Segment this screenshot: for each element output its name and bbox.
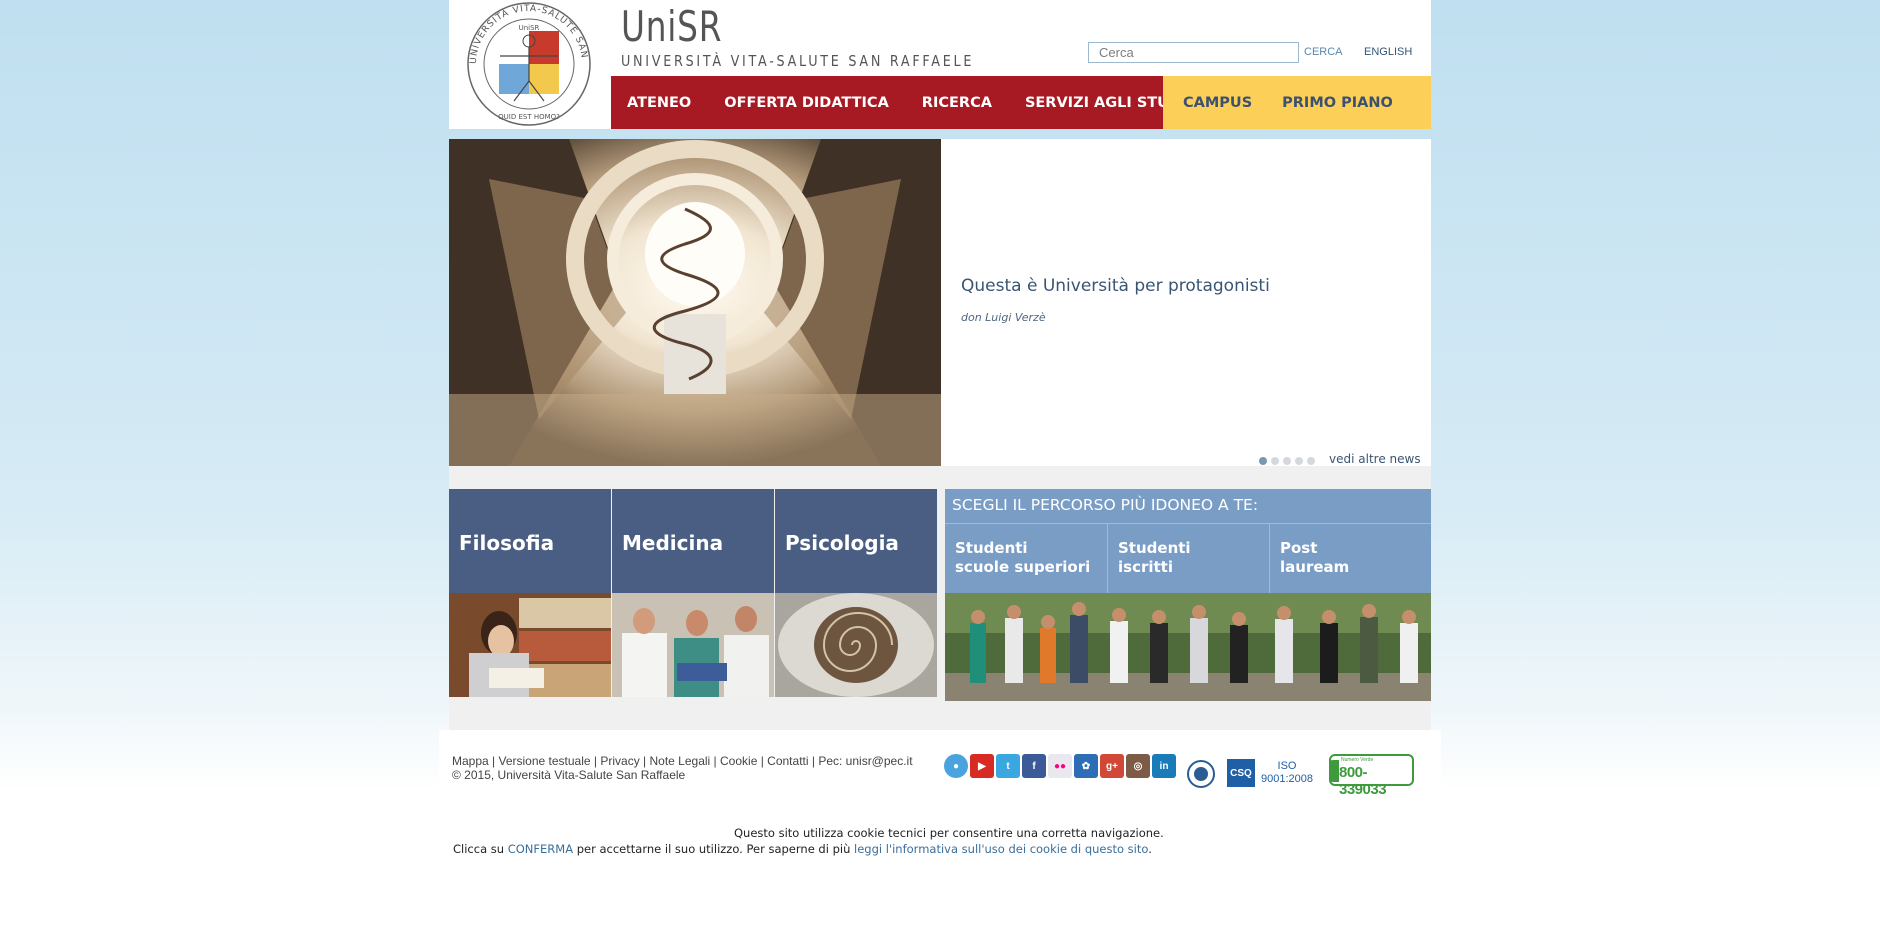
slider-dot[interactable]	[1307, 457, 1315, 465]
footer-link-cookie[interactable]: Cookie	[720, 754, 757, 768]
instagram-icon[interactable]: ◎	[1126, 754, 1150, 778]
cookie-line-1: Questo sito utilizza cookie tecnici per …	[734, 826, 1164, 840]
nav-item-primo-piano[interactable]: PRIMO PIANO	[1282, 95, 1393, 111]
hero-image-atrium[interactable]	[449, 139, 941, 466]
faculty-card-psicologia[interactable]: Psicologia	[775, 489, 937, 697]
iso-badge: ISO 9001:2008	[1261, 760, 1313, 786]
faculty-image-fossil[interactable]	[775, 593, 937, 697]
nav-item-ateneo[interactable]: ATENEO	[627, 95, 691, 111]
footer-links: Mappa | Versione testuale | Privacy | No…	[452, 754, 913, 782]
flickr-icon[interactable]: ●●	[1048, 754, 1072, 778]
faculty-title[interactable]: Medicina	[612, 489, 774, 593]
faculty-card-medicina[interactable]: Medicina	[612, 489, 774, 697]
facebook-icon[interactable]: f	[1022, 754, 1046, 778]
cookie-text-pre: Clicca su	[453, 842, 508, 856]
periscope-icon[interactable]: ●	[944, 754, 968, 778]
cookie-info-link[interactable]: leggi l'informativa sull'uso dei cookie …	[854, 842, 1148, 856]
nav-item-offerta-didattica[interactable]: OFFERTA DIDATTICA	[724, 95, 889, 111]
slider-dot[interactable]	[1295, 457, 1303, 465]
slider-dot[interactable]	[1283, 457, 1291, 465]
footer-link-mappa[interactable]: Mappa	[452, 754, 489, 768]
hero-quote[interactable]: Questa è Università per protagonisti	[961, 276, 1270, 296]
path-label-line2: lauream	[1280, 558, 1350, 576]
phone-icon	[1329, 760, 1339, 782]
brand-title[interactable]: UniSR	[621, 2, 722, 51]
site-header: UNIVERSITÀ VITA-SALUTE SAN RAFFAELE UniS…	[449, 0, 1431, 129]
paths-heading: SCEGLI IL PERCORSO PIÙ IDONEO A TE:	[945, 489, 1431, 523]
path-button-iscritti[interactable]: Studenti iscritti	[1107, 523, 1269, 593]
faculty-title[interactable]: Filosofia	[449, 489, 611, 593]
footer-link-contatti[interactable]: Contatti	[767, 754, 808, 768]
seal-motto: QUID EST HOMO?	[498, 113, 560, 121]
nav-secondary-group: CAMPUS PRIMO PIANO	[1163, 76, 1431, 129]
iso-line1: ISO	[1277, 760, 1297, 772]
twitter-icon[interactable]: t	[996, 754, 1020, 778]
footer-pec[interactable]: Pec: unisr@pec.it	[818, 754, 912, 768]
main-nav: ATENEO OFFERTA DIDATTICA RICERCA SERVIZI…	[611, 76, 1431, 129]
footer-copyright: © 2015, Università Vita-Salute San Raffa…	[452, 768, 686, 782]
english-language-link[interactable]: ENGLISH	[1364, 46, 1412, 58]
seal-center-text: UniSR	[519, 24, 540, 32]
slider-dots	[1259, 457, 1315, 465]
search-button[interactable]: CERCA	[1304, 46, 1343, 58]
cookie-line-2: Clicca su CONFERMA per accettarne il suo…	[453, 842, 1152, 856]
brand-subtitle: UNIVERSITÀ VITA-SALUTE SAN RAFFAELE	[621, 52, 975, 70]
study-paths-panel: SCEGLI IL PERCORSO PIÙ IDONEO A TE: Stud…	[945, 489, 1431, 701]
path-label-line1: Post	[1280, 539, 1318, 557]
footer-link-versione-testuale[interactable]: Versione testuale	[499, 754, 591, 768]
path-label-line1: Studenti	[955, 539, 1028, 557]
toll-free-label: Numero Verde	[1341, 757, 1374, 763]
toll-free-number-badge[interactable]: Numero Verde 800-339033	[1329, 754, 1414, 798]
slider-dot[interactable]	[1259, 457, 1267, 465]
slider-dot[interactable]	[1271, 457, 1279, 465]
google-plus-icon[interactable]: g+	[1100, 754, 1124, 778]
search-input[interactable]	[1088, 42, 1299, 63]
path-button-scuole-superiori[interactable]: Studenti scuole superiori	[945, 523, 1107, 593]
linkedin-icon[interactable]: in	[1152, 754, 1176, 778]
footer-link-privacy[interactable]: Privacy	[600, 754, 639, 768]
cookie-confirm-link[interactable]: CONFERMA	[508, 842, 573, 856]
path-label-line2: iscritti	[1118, 558, 1173, 576]
faculty-image-doctors[interactable]	[612, 593, 774, 697]
hero-slider: Questa è Università per protagonisti don…	[449, 139, 1431, 466]
nav-item-ricerca[interactable]: RICERCA	[922, 95, 992, 111]
path-button-post-lauream[interactable]: Post lauream	[1269, 523, 1431, 593]
nav-primary-group: ATENEO OFFERTA DIDATTICA RICERCA SERVIZI…	[611, 76, 1218, 129]
myspace-icon[interactable]: ✿	[1074, 754, 1098, 778]
iso-line2: 9001:2008	[1261, 773, 1313, 785]
youtube-icon[interactable]: ▶	[970, 754, 994, 778]
students-crowd-image[interactable]	[945, 593, 1431, 701]
path-label-line2: scuole superiori	[955, 558, 1091, 576]
toll-free-number: 800-339033	[1339, 764, 1387, 798]
hero-quote-author: don Luigi Verzè	[961, 311, 1046, 324]
site-footer: Mappa | Versione testuale | Privacy | No…	[439, 730, 1441, 800]
paths-buttons: Studenti scuole superiori Studenti iscri…	[945, 523, 1431, 593]
faculty-card-filosofia[interactable]: Filosofia	[449, 489, 611, 697]
cookie-text-mid: per accettarne il suo utilizzo. Per sape…	[573, 842, 855, 856]
faculty-image-library[interactable]	[449, 593, 611, 697]
social-icons: ● ▶ t f ●● ✿ g+ ◎ in	[944, 754, 1176, 778]
more-news-link[interactable]: vedi altre news	[1329, 452, 1421, 466]
cookie-text-end: .	[1148, 842, 1152, 856]
faculty-title[interactable]: Psicologia	[775, 489, 937, 593]
certification-seal-icon	[1187, 760, 1215, 788]
nav-item-campus[interactable]: CAMPUS	[1183, 95, 1252, 111]
path-label-line1: Studenti	[1118, 539, 1191, 557]
university-seal-logo[interactable]: UNIVERSITÀ VITA-SALUTE SAN RAFFAELE UniS…	[462, 1, 596, 128]
csq-logo: CSQ	[1227, 759, 1255, 787]
footer-link-note-legali[interactable]: Note Legali	[650, 754, 711, 768]
